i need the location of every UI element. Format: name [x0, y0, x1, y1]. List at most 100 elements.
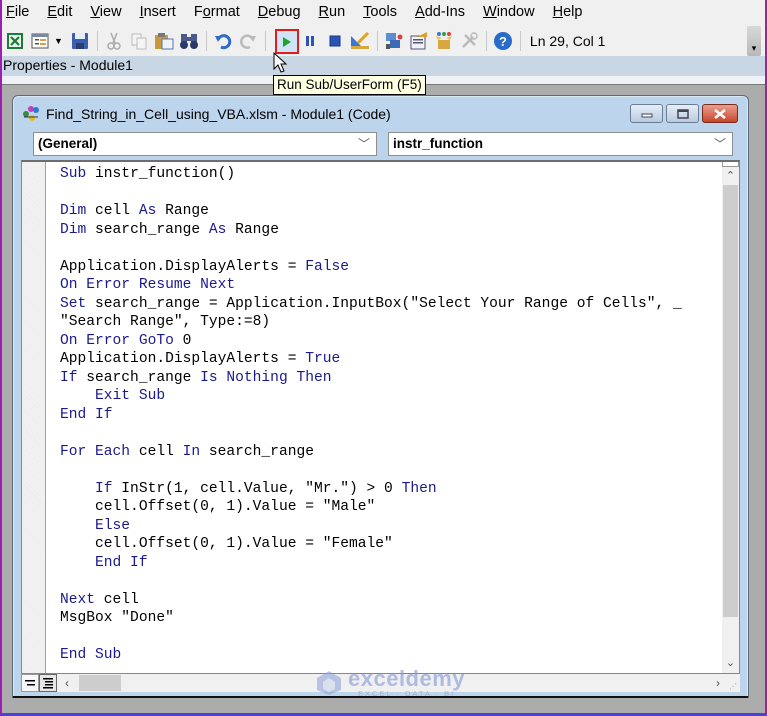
code-line[interactable] — [60, 424, 682, 443]
code-line[interactable]: cell.Offset(0, 1).Value = "Male" — [60, 498, 682, 517]
design-mode-button[interactable] — [349, 30, 371, 52]
code-token: cell — [86, 203, 139, 219]
cut-button[interactable] — [103, 30, 125, 52]
menu-file[interactable]: File — [6, 4, 29, 20]
chevron-down-icon: ﹀ — [713, 137, 726, 151]
copy-button[interactable] — [128, 30, 150, 52]
menu-help[interactable]: Help — [553, 4, 583, 20]
code-line[interactable]: cell.Offset(0, 1).Value = "Female" — [60, 535, 682, 554]
menu-debug[interactable]: Debug — [258, 4, 301, 20]
code-line[interactable]: End If — [60, 406, 682, 425]
menu-insert[interactable]: Insert — [140, 4, 176, 20]
margin-indicator-bar[interactable] — [22, 162, 46, 673]
toolbar-options-grip[interactable]: ▾ — [747, 26, 761, 56]
code-text[interactable]: Sub instr_function() Dim cell As Range Di… — [60, 165, 682, 665]
redo-button[interactable] — [237, 30, 259, 52]
design-mode-icon — [350, 32, 369, 49]
menu-view[interactable]: View — [90, 4, 121, 20]
scroll-up-arrow[interactable]: ⌃ — [722, 167, 739, 184]
code-line[interactable]: Application.DisplayAlerts = True — [60, 350, 682, 369]
object-browser-button[interactable] — [433, 30, 455, 52]
find-button[interactable] — [178, 30, 200, 52]
code-token: Application.DisplayAlerts = — [60, 258, 306, 275]
code-line[interactable]: Set search_range = Application.InputBox(… — [60, 295, 682, 314]
code-line[interactable] — [60, 628, 682, 647]
code-line[interactable]: On Error Resume Next — [60, 276, 682, 295]
code-token: search_range = Application.InputBox("Sel… — [86, 295, 682, 312]
code-line[interactable]: If search_range Is Nothing Then — [60, 369, 682, 388]
code-line[interactable]: Application.DisplayAlerts = False — [60, 258, 682, 277]
properties-window-button[interactable] — [408, 30, 430, 52]
code-editor[interactable]: Sub instr_function() Dim cell As Range Di… — [21, 160, 740, 674]
insert-dropdown-arrow[interactable]: ▼ — [54, 36, 63, 46]
code-line[interactable]: Next cell — [60, 591, 682, 610]
code-line[interactable] — [60, 572, 682, 591]
maximize-button[interactable] — [666, 104, 699, 123]
restore-icon — [676, 108, 689, 119]
code-line[interactable] — [60, 461, 682, 480]
mouse-pointer-icon — [273, 52, 288, 73]
code-line[interactable]: On Error GoTo 0 — [60, 332, 682, 351]
code-token: InStr(1, cell.Value, "Mr.") > 0 — [112, 480, 402, 497]
help-button[interactable]: ? — [492, 30, 514, 52]
toolbox-button[interactable] — [458, 30, 480, 52]
code-window-titlebar[interactable]: Find_String_in_Cell_using_VBA.xlsm - Mod… — [21, 102, 391, 126]
run-sub-button[interactable] — [275, 29, 299, 54]
keyword-token: For Each — [60, 443, 131, 460]
code-line[interactable]: Dim search_range As Range — [60, 221, 682, 240]
horizontal-scroll-thumb[interactable] — [79, 675, 121, 691]
code-line[interactable]: End If — [60, 554, 682, 573]
tools-icon — [462, 32, 478, 48]
code-line[interactable]: "Search Range", Type:=8) — [60, 313, 682, 332]
vertical-scrollbar[interactable]: ⌃ ⌄ — [722, 162, 739, 673]
procedure-view-button[interactable] — [21, 674, 39, 692]
keyword-token: In — [182, 443, 201, 460]
menu-window[interactable]: Window — [483, 4, 535, 20]
close-button[interactable] — [702, 104, 738, 123]
undo-button[interactable] — [212, 30, 234, 52]
code-line[interactable]: For Each cell In search_range — [60, 443, 682, 462]
toolbar-separator — [376, 31, 378, 51]
code-line[interactable] — [60, 239, 682, 258]
code-line[interactable] — [60, 184, 682, 203]
code-line[interactable]: MsgBox "Done" — [60, 609, 682, 628]
code-line[interactable]: End Sub — [60, 646, 682, 665]
code-line[interactable]: Else — [60, 517, 682, 536]
insert-userform-button[interactable] — [29, 30, 51, 52]
resize-grip[interactable]: ⋰ — [729, 682, 737, 691]
paste-button[interactable] — [153, 30, 175, 52]
menu-edit[interactable]: Edit — [47, 4, 72, 20]
view-excel-button[interactable] — [4, 30, 26, 52]
code-token: cell.Offset(0, 1).Value = "Female" — [60, 536, 393, 552]
code-line[interactable]: Sub instr_function() — [60, 165, 682, 184]
procedure-combo-value: instr_function — [393, 136, 483, 151]
save-button[interactable] — [69, 30, 91, 52]
object-combo[interactable]: (General) ﹀ — [33, 132, 377, 156]
menu-add-ins[interactable]: Add-Ins — [415, 4, 465, 20]
menu-tools[interactable]: Tools — [363, 4, 397, 20]
vertical-scroll-thumb[interactable] — [723, 185, 738, 617]
keyword-token: On Error Resume Next — [60, 277, 236, 293]
scroll-right-arrow[interactable]: › — [716, 676, 720, 690]
project-explorer-button[interactable] — [383, 30, 405, 52]
menu-run[interactable]: Run — [319, 4, 346, 20]
break-button[interactable] — [299, 30, 321, 52]
play-icon — [283, 36, 291, 47]
save-icon — [71, 33, 88, 49]
code-line[interactable]: Exit Sub — [60, 387, 682, 406]
code-line[interactable]: Dim cell As Range — [60, 202, 682, 221]
minimize-button[interactable] — [630, 104, 663, 123]
userform-icon — [31, 33, 49, 49]
code-line[interactable]: If InStr(1, cell.Value, "Mr.") > 0 Then — [60, 480, 682, 499]
stop-icon — [329, 35, 341, 47]
scroll-left-arrow[interactable]: ‹ — [59, 676, 75, 690]
undo-icon — [214, 34, 232, 50]
reset-button[interactable] — [324, 30, 346, 52]
keyword-token: End If — [95, 554, 148, 571]
procedure-combo[interactable]: instr_function ﹀ — [388, 132, 733, 156]
excel-icon — [7, 33, 23, 49]
full-module-view-button[interactable] — [39, 674, 57, 692]
scroll-down-arrow[interactable]: ⌄ — [722, 654, 739, 671]
menu-format[interactable]: Format — [194, 4, 240, 20]
